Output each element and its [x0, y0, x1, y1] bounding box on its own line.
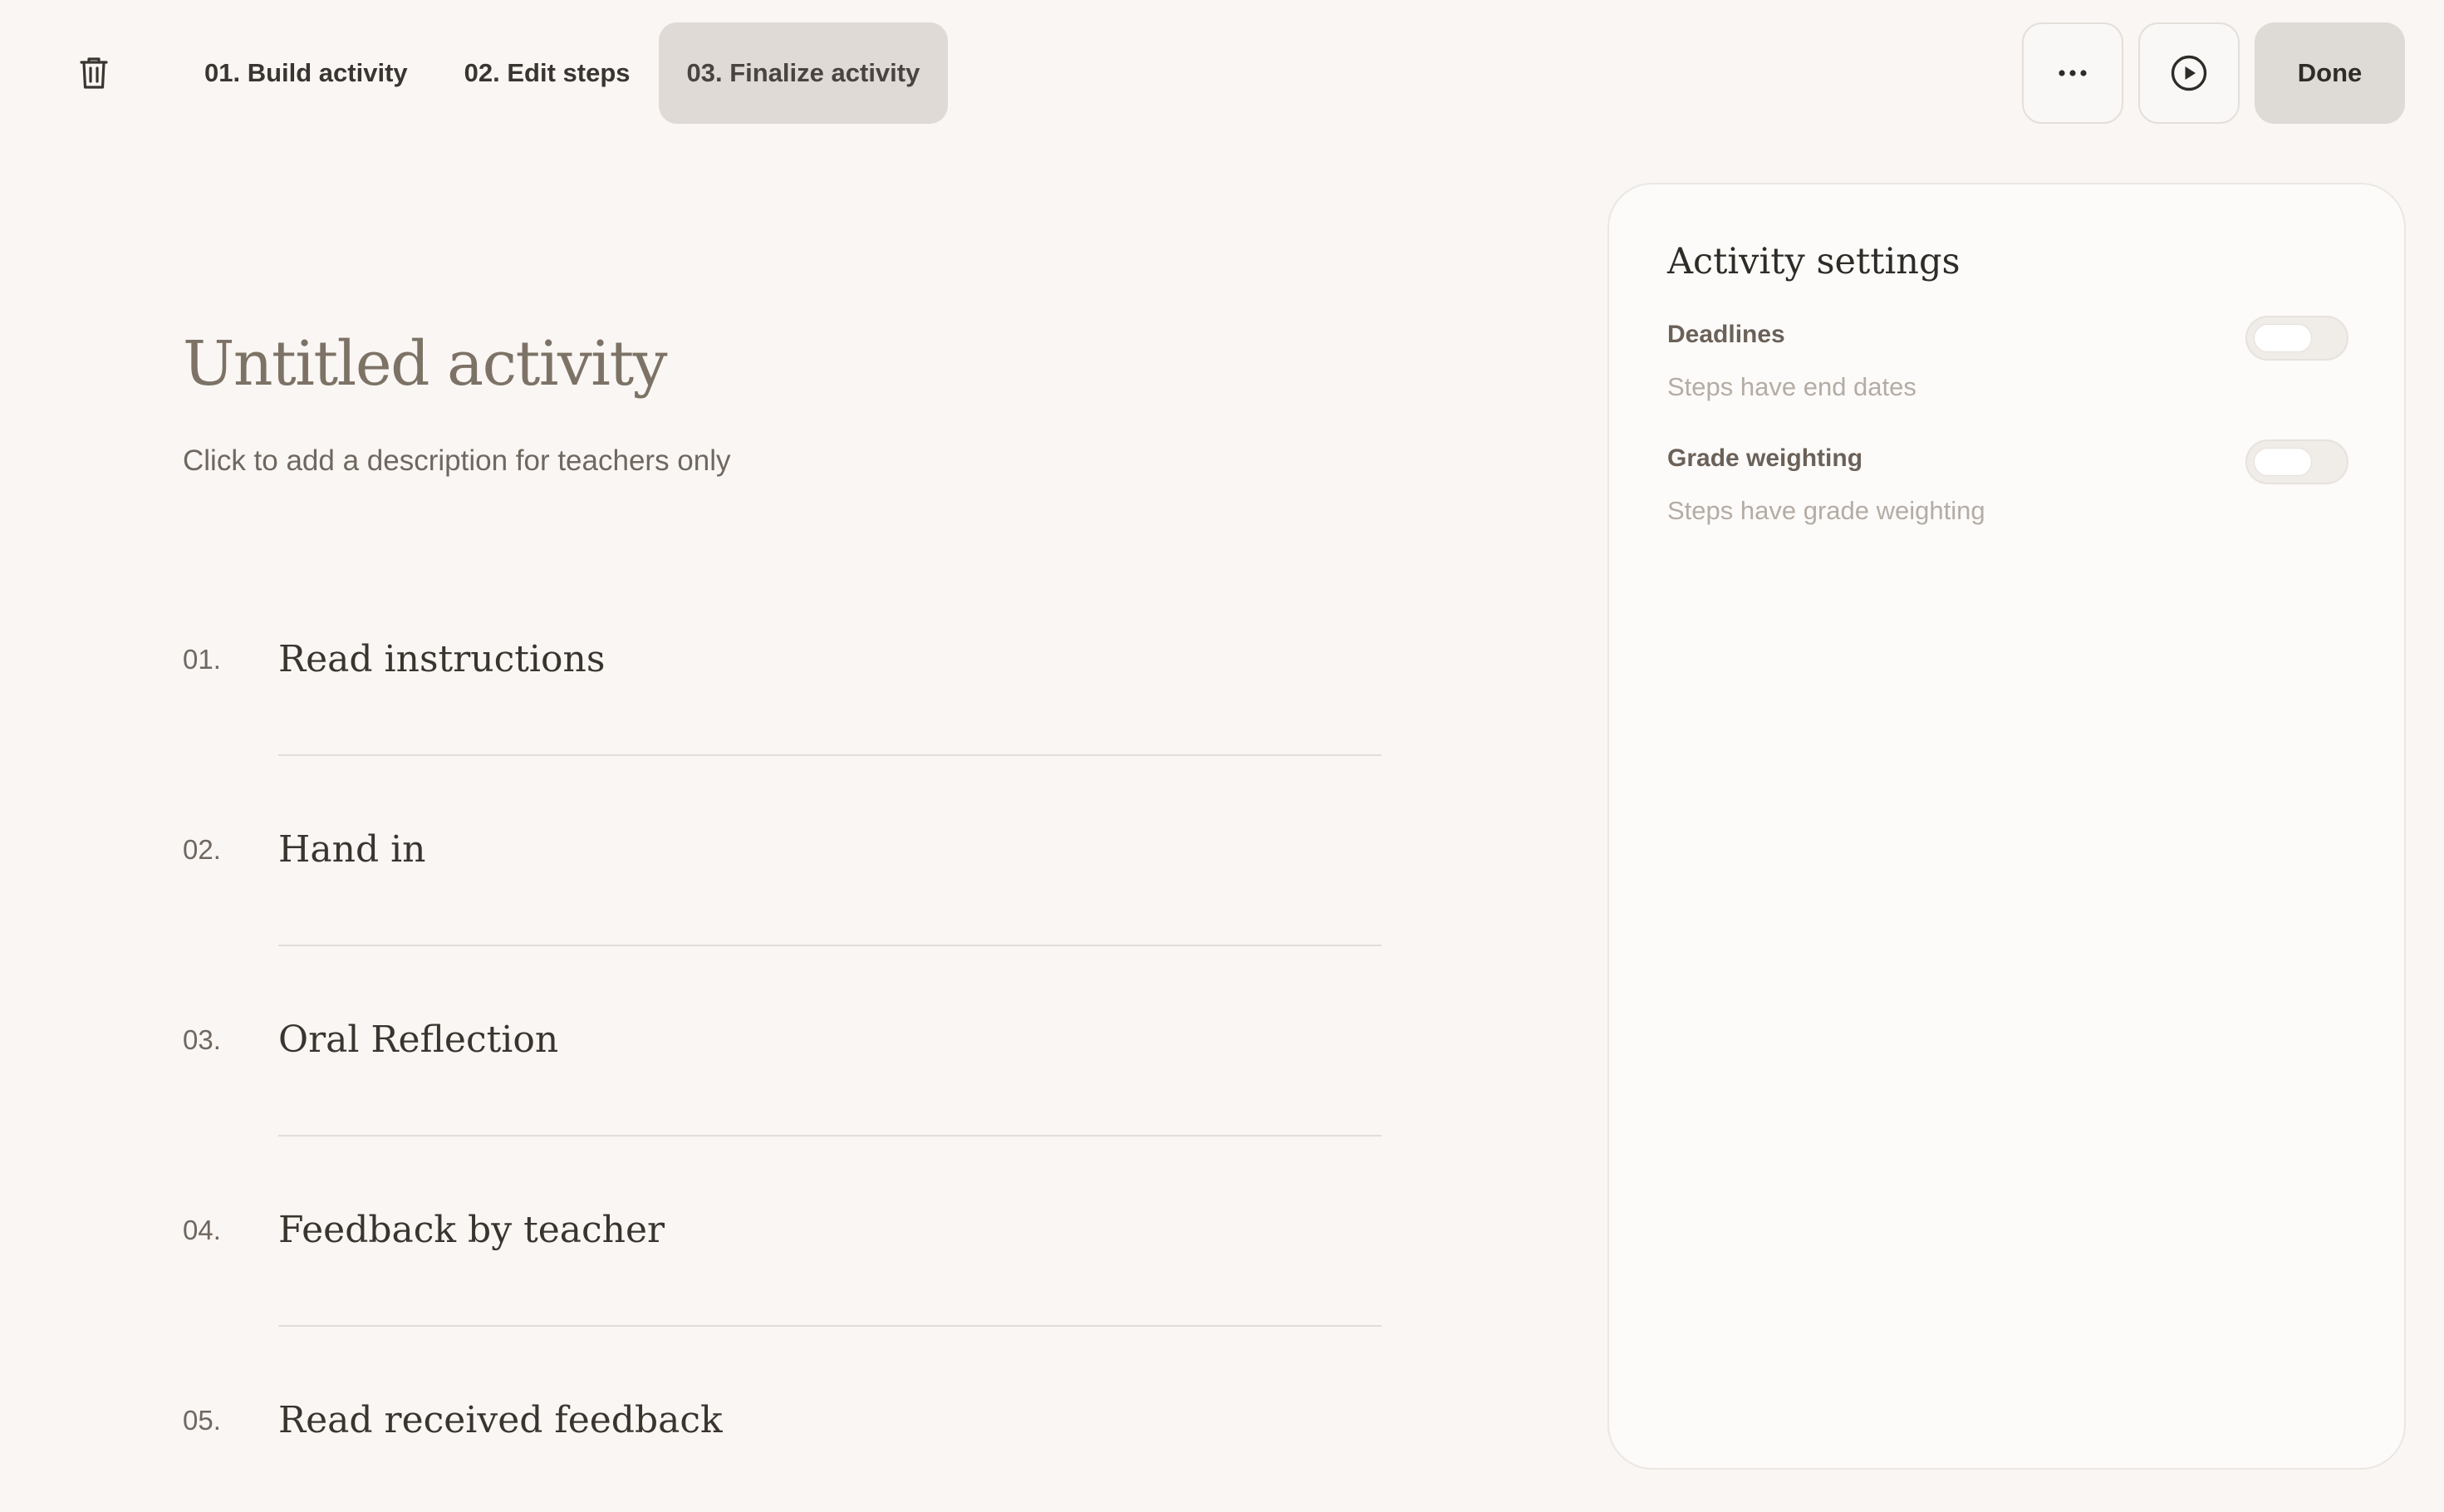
- toggle-knob: [2254, 448, 2312, 476]
- grade-weighting-label: Grade weighting: [1667, 444, 1863, 472]
- tab-edit-steps[interactable]: 02. Edit steps: [436, 22, 659, 124]
- delete-button[interactable]: [73, 50, 115, 96]
- play-circle-icon: [2171, 55, 2207, 91]
- divider: [278, 1135, 1381, 1136]
- divider: [278, 754, 1381, 756]
- done-button[interactable]: Done: [2255, 22, 2405, 124]
- step-tabs: 01. Build activity 02. Edit steps 03. Fi…: [176, 22, 949, 124]
- deadlines-label: Deadlines: [1667, 321, 1785, 348]
- divider: [278, 1325, 1381, 1327]
- grade-weighting-toggle[interactable]: [2245, 439, 2348, 484]
- deadlines-description: Steps have end dates: [1667, 372, 1916, 401]
- steps-list: 01. Read instructions 02. Hand in 03. Or…: [183, 598, 1381, 1512]
- activity-description[interactable]: Click to add a description for teachers …: [183, 444, 731, 478]
- step-number: 02.: [183, 834, 221, 865]
- tab-build-activity[interactable]: 01. Build activity: [176, 22, 436, 124]
- step-name: Read received feedback: [278, 1399, 723, 1441]
- more-horizontal-icon: [2059, 70, 2087, 76]
- preview-button[interactable]: [2138, 22, 2240, 124]
- step-number: 05.: [183, 1405, 221, 1436]
- activity-settings-panel: Activity settings Deadlines Steps have e…: [1607, 183, 2406, 1470]
- step-item[interactable]: 03. Oral Reflection: [183, 979, 1381, 1169]
- step-name: Hand in: [278, 828, 426, 871]
- step-item[interactable]: 01. Read instructions: [183, 598, 1381, 788]
- header-actions: Done: [2022, 22, 2405, 124]
- trash-icon: [80, 57, 108, 89]
- step-number: 03.: [183, 1024, 221, 1055]
- activity-title[interactable]: Untitled activity: [183, 328, 668, 400]
- tab-finalize-activity[interactable]: 03. Finalize activity: [658, 22, 949, 124]
- step-item[interactable]: 05. Read received feedback: [183, 1359, 1381, 1512]
- more-options-button[interactable]: [2022, 22, 2123, 124]
- panel-title: Activity settings: [1667, 241, 1961, 282]
- step-item[interactable]: 04. Feedback by teacher: [183, 1169, 1381, 1359]
- step-item[interactable]: 02. Hand in: [183, 788, 1381, 979]
- step-name: Read instructions: [278, 638, 606, 680]
- step-number: 04.: [183, 1215, 221, 1245]
- toggle-knob: [2254, 324, 2312, 352]
- divider: [278, 945, 1381, 946]
- step-name: Oral Reflection: [278, 1019, 559, 1061]
- deadlines-toggle[interactable]: [2245, 316, 2348, 361]
- step-name: Feedback by teacher: [278, 1209, 665, 1251]
- step-number: 01.: [183, 644, 221, 675]
- grade-weighting-description: Steps have grade weighting: [1667, 496, 1985, 525]
